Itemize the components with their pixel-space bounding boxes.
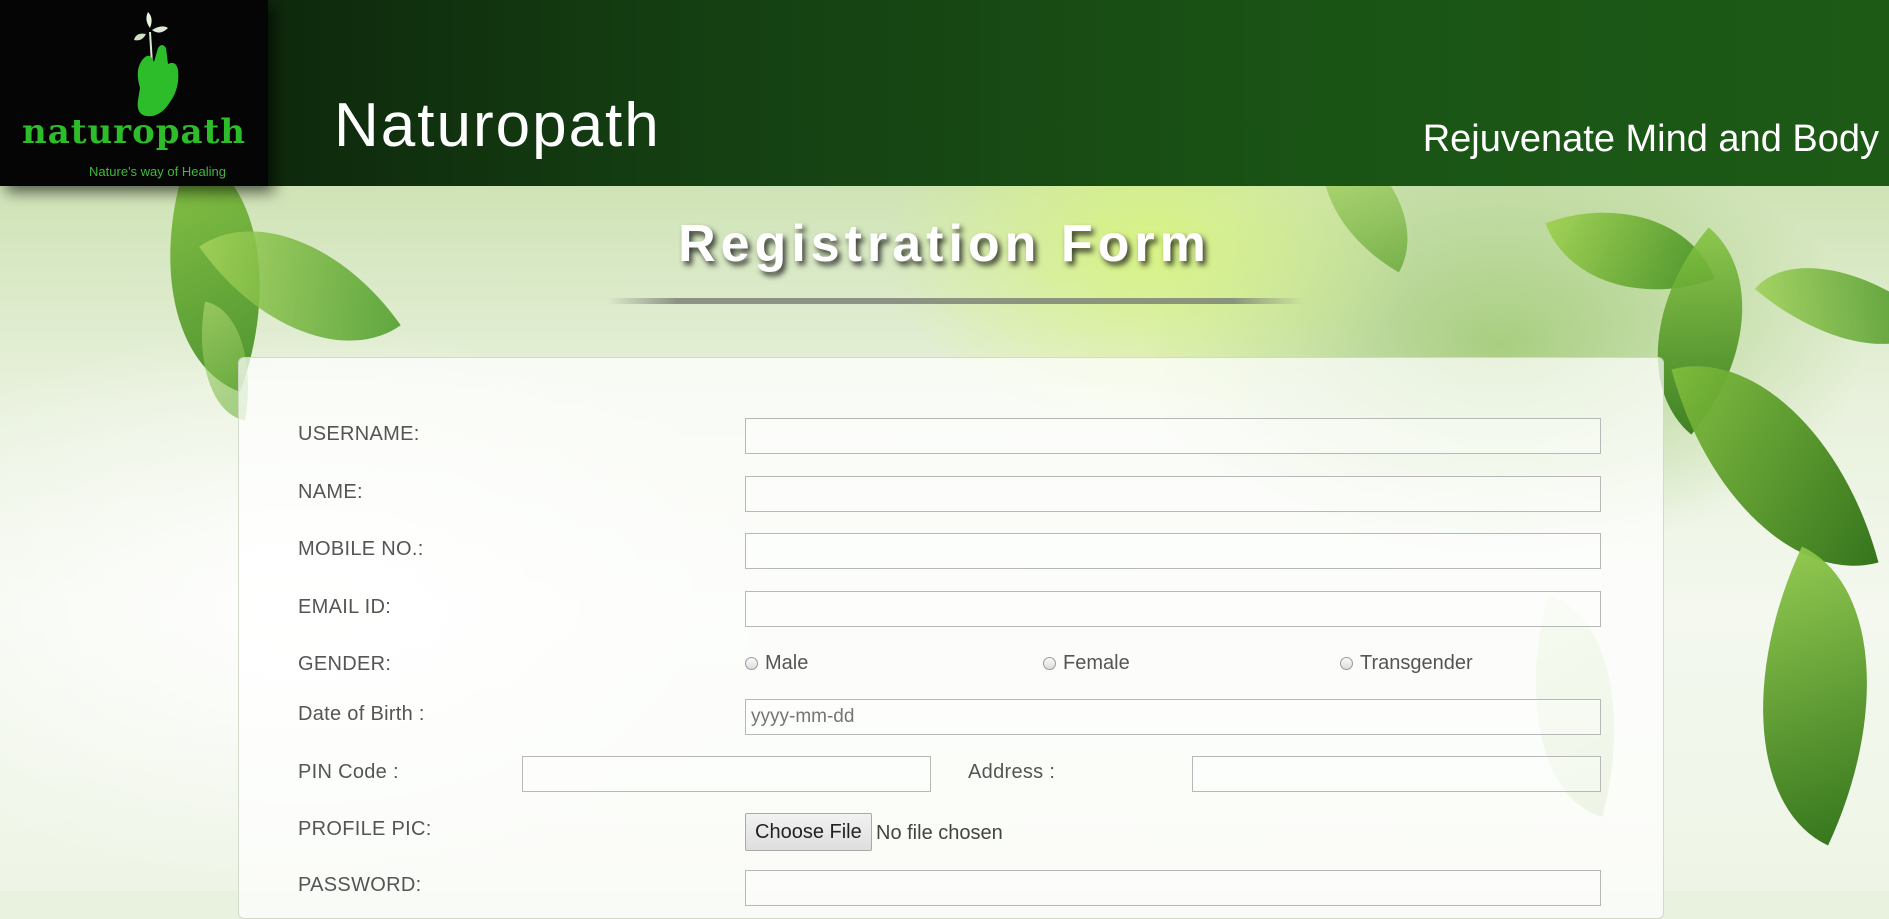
address-input[interactable]	[1192, 756, 1601, 792]
gender-option-label: Transgender	[1360, 652, 1473, 674]
name-label: NAME:	[298, 481, 363, 503]
dob-input[interactable]	[745, 699, 1601, 735]
mobile-label: MOBILE NO.:	[298, 538, 424, 560]
page-title: Registration Form	[678, 215, 1211, 273]
name-input[interactable]	[745, 476, 1601, 512]
choose-file-button[interactable]: Choose File	[745, 813, 872, 851]
mobile-input[interactable]	[745, 533, 1601, 569]
gender-option-label: Male	[765, 652, 809, 674]
title-divider	[607, 298, 1303, 304]
address-label: Address :	[968, 761, 1056, 783]
logo-tagline: Nature's way of Healing	[89, 164, 226, 179]
profile-pic-label: PROFILE PIC:	[298, 818, 432, 840]
gender-option-female[interactable]: Female	[1043, 652, 1130, 675]
header-tagline: Rejuvenate Mind and Body	[1422, 118, 1879, 160]
email-label: EMAIL ID:	[298, 596, 392, 618]
radio-male[interactable]	[745, 657, 758, 670]
username-input[interactable]	[745, 418, 1601, 454]
site-title: Naturopath	[334, 91, 661, 160]
site-header: naturopath Nature's way of Healing Natur…	[0, 0, 1889, 186]
file-status: No file chosen	[876, 822, 1003, 844]
password-label: PASSWORD:	[298, 874, 422, 896]
gender-option-transgender[interactable]: Transgender	[1340, 652, 1473, 675]
password-input[interactable]	[745, 870, 1601, 906]
gender-option-male[interactable]: Male	[745, 652, 808, 675]
username-label: USERNAME:	[298, 423, 420, 445]
hand-sprout-icon	[134, 12, 179, 117]
gender-label: GENDER:	[298, 653, 392, 675]
logo[interactable]: naturopath Nature's way of Healing	[0, 0, 268, 186]
dob-label: Date of Birth :	[298, 703, 425, 725]
radio-female[interactable]	[1043, 657, 1056, 670]
gender-option-label: Female	[1063, 652, 1130, 674]
pin-input[interactable]	[522, 756, 931, 792]
email-input[interactable]	[745, 591, 1601, 627]
radio-transgender[interactable]	[1340, 657, 1353, 670]
logo-wordmark: naturopath	[22, 112, 246, 152]
pin-label: PIN Code :	[298, 761, 399, 783]
